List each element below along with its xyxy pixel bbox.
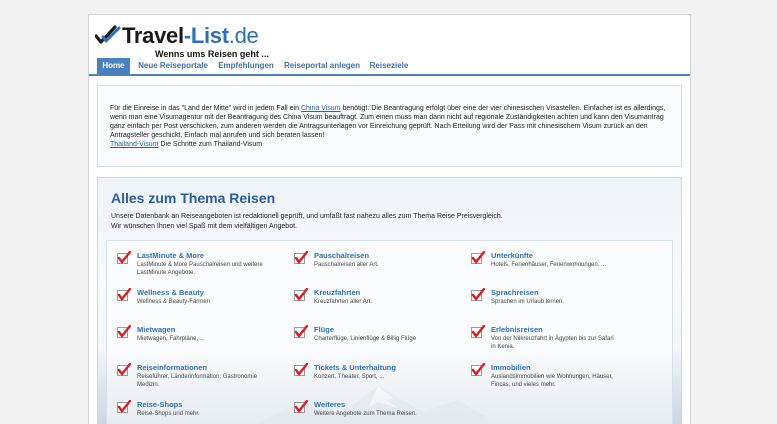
red-checkmark-icon bbox=[117, 363, 131, 376]
category-title[interactable]: LastMinute & More bbox=[137, 251, 204, 260]
logo-part-tld: .de bbox=[228, 23, 259, 48]
site-logo[interactable]: Travel-List.de Wenns ums Reisen geht ... bbox=[95, 23, 395, 63]
category-description: Mietwagen, Fahrpläne, ... bbox=[137, 336, 205, 342]
page-container: Travel-List.de Wenns ums Reisen geht ...… bbox=[88, 14, 691, 424]
category-wellness[interactable]: Wellness & Beauty Wellness & Beauty-Farm… bbox=[117, 284, 292, 318]
red-checkmark-icon bbox=[294, 325, 308, 338]
china-visum-link[interactable]: China Visum bbox=[301, 105, 341, 112]
red-checkmark-icon bbox=[471, 251, 485, 264]
red-checkmark-icon bbox=[471, 288, 485, 301]
category-mietwagen[interactable]: Mietwagen Mietwagen, Fahrpläne, ... bbox=[117, 321, 292, 355]
category-pauschalreisen[interactable]: Pauschalreisen Pauschalreisen aller Art. bbox=[294, 247, 469, 281]
nav-tab-reiseziele[interactable]: Reiseziele bbox=[368, 58, 410, 74]
red-checkmark-icon bbox=[117, 251, 131, 264]
category-description: Hotels, Ferienhäuser, Ferienwohnungen, .… bbox=[491, 262, 607, 268]
section-intro: Unsere Datenbank an Reiseangeboten ist r… bbox=[111, 212, 671, 232]
category-description: Konzert, Theater, Sport, ... bbox=[314, 374, 385, 380]
category-title[interactable]: Unterkünfte bbox=[491, 251, 533, 260]
category-description: Kreuzfahrten aller Art. bbox=[314, 299, 373, 305]
category-reiseinformationen[interactable]: Reiseinformationen Reiseführer, Länderin… bbox=[117, 359, 292, 393]
category-title[interactable]: Wellness & Beauty bbox=[137, 288, 204, 297]
category-sprachreisen[interactable]: Sprachreisen Sprachen im Urlaub lernen. bbox=[471, 284, 646, 318]
category-title[interactable]: Sprachreisen bbox=[491, 288, 539, 297]
category-description: Pauschalreisen aller Art. bbox=[314, 262, 379, 268]
visa-info-box: Für die Einreise in das "Land der Mitte"… bbox=[97, 85, 682, 167]
red-checkmark-icon bbox=[294, 400, 308, 413]
category-title[interactable]: Reise-Shops bbox=[137, 400, 182, 409]
info-text-part1: Für die Einreise in das "Land der Mitte"… bbox=[110, 105, 301, 112]
nav-tab-reiseportal-anlegen[interactable]: Reiseportal anlegen bbox=[283, 58, 361, 74]
category-fluege[interactable]: Flüge Charterflüge, Linienflüge & Billig… bbox=[294, 321, 469, 355]
logo-part-travel: Travel bbox=[122, 23, 184, 48]
category-description: Auslandsimmobilien wie Wohnungen, Häuser… bbox=[491, 374, 613, 388]
travel-topics-panel: Alles zum Thema Reisen Unsere Datenbank … bbox=[97, 177, 682, 424]
category-erlebnisreisen[interactable]: Erlebnisreisen Von der Nilkreuzfahrt in … bbox=[471, 321, 646, 355]
red-checkmark-icon bbox=[117, 288, 131, 301]
category-title[interactable]: Erlebnisreisen bbox=[491, 325, 543, 334]
category-description: Reiseführer, Länderinformation, Gastrono… bbox=[137, 374, 258, 388]
red-checkmark-icon bbox=[471, 325, 485, 338]
nav-tab-empfehlungen[interactable]: Empfehlungen bbox=[216, 58, 276, 74]
category-title[interactable]: Weiteres bbox=[314, 400, 345, 409]
category-reise-shops[interactable]: Reise-Shops Reise-Shops und mehr. bbox=[117, 396, 292, 424]
category-description: LastMinute & More Pauschalreisen und wei… bbox=[137, 262, 263, 276]
red-checkmark-icon bbox=[471, 363, 485, 376]
category-title[interactable]: Reiseinformationen bbox=[137, 363, 207, 372]
category-description: Wellness & Beauty-Farmen bbox=[137, 299, 210, 305]
info-text-part3: Die Schritte zum Thailand-Visum bbox=[158, 141, 263, 148]
red-checkmark-icon bbox=[294, 363, 308, 376]
category-grid: LastMinute & More LastMinute & More Paus… bbox=[106, 240, 673, 424]
intro-line-2: Wir wünschen Ihnen viel Spaß mit dem vie… bbox=[111, 223, 297, 230]
category-description: Von der Nilkreuzfahrt in Ägypten bis zur… bbox=[491, 336, 614, 350]
category-description: Weitere Angebote zum Thema Reisen. bbox=[314, 411, 417, 417]
category-unterkuenfte[interactable]: Unterkünfte Hotels, Ferienhäuser, Ferien… bbox=[471, 247, 646, 281]
category-title[interactable]: Mietwagen bbox=[137, 325, 175, 334]
nav-tab-home[interactable]: Home bbox=[97, 58, 130, 74]
red-checkmark-icon bbox=[117, 325, 131, 338]
section-title: Alles zum Thema Reisen bbox=[111, 190, 276, 206]
category-weiteres[interactable]: Weiteres Weitere Angebote zum Thema Reis… bbox=[294, 396, 469, 424]
intro-line-1: Unsere Datenbank an Reiseangeboten ist r… bbox=[111, 213, 503, 220]
logo-wordmark: Travel-List.de bbox=[122, 23, 259, 49]
visa-info-text: Für die Einreise in das "Land der Mitte"… bbox=[110, 104, 666, 149]
category-description: Sprachen im Urlaub lernen. bbox=[491, 299, 565, 305]
category-description: Reise-Shops und mehr. bbox=[137, 411, 200, 417]
red-checkmark-icon bbox=[294, 251, 308, 264]
category-kreuzfahrten[interactable]: Kreuzfahrten Kreuzfahrten aller Art. bbox=[294, 284, 469, 318]
category-title[interactable]: Tickets & Unterhaltung bbox=[314, 363, 396, 372]
nav-tab-neue-reiseportale[interactable]: Neue Reiseportale bbox=[137, 58, 209, 74]
main-navigation: Home Neue Reiseportale Empfehlungen Reis… bbox=[89, 58, 690, 76]
logo-part-list: -List bbox=[183, 23, 229, 48]
category-tickets[interactable]: Tickets & Unterhaltung Konzert, Theater,… bbox=[294, 359, 469, 393]
category-title[interactable]: Pauschalreisen bbox=[314, 251, 369, 260]
category-immobilien[interactable]: Immobilien Auslandsimmobilien wie Wohnun… bbox=[471, 359, 646, 393]
thailand-visum-link[interactable]: Thailand-Visum bbox=[110, 141, 159, 148]
category-lastminute[interactable]: LastMinute & More LastMinute & More Paus… bbox=[117, 247, 292, 281]
red-checkmark-icon bbox=[117, 400, 131, 413]
checkmark-logo-icon bbox=[95, 25, 121, 44]
category-title[interactable]: Flüge bbox=[314, 325, 334, 334]
red-checkmark-icon bbox=[294, 288, 308, 301]
category-title[interactable]: Immobilien bbox=[491, 363, 531, 372]
category-title[interactable]: Kreuzfahrten bbox=[314, 288, 360, 297]
category-description: Charterflüge, Linienflüge & Billig Flüge bbox=[314, 336, 417, 342]
